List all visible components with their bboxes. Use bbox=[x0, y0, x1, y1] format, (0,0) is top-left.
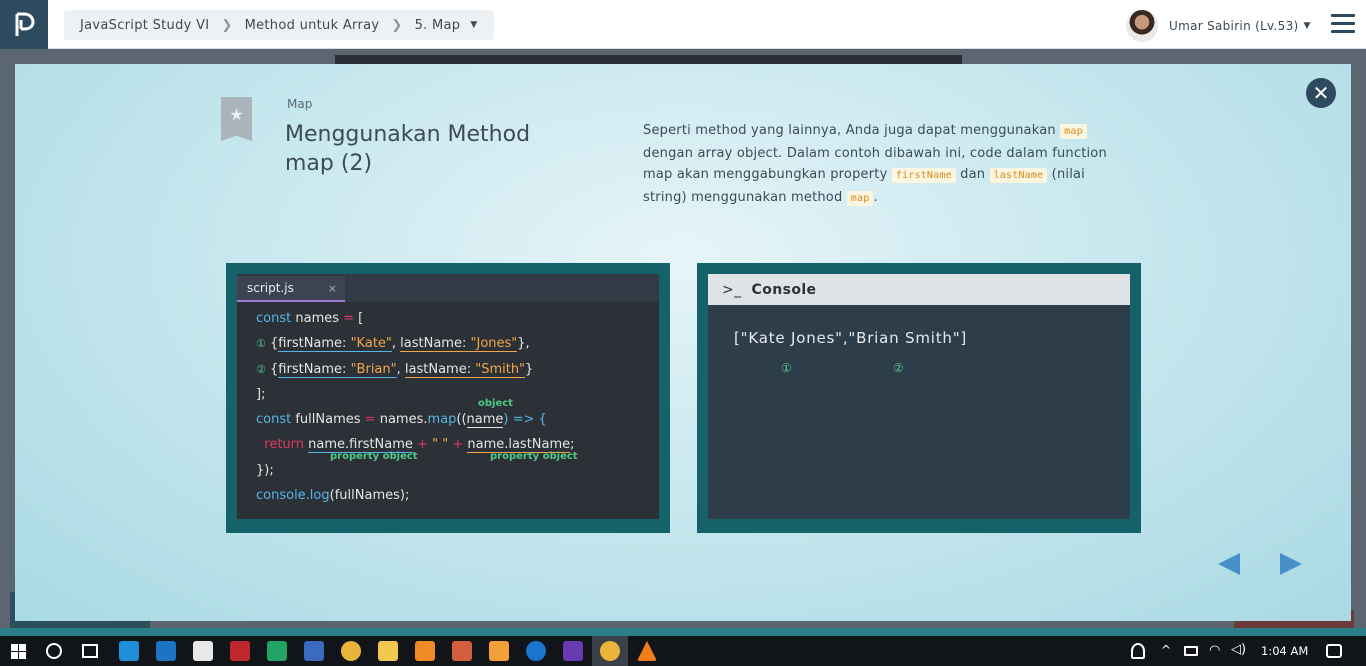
editor-tab-bar: script.js × bbox=[237, 274, 659, 302]
phpstorm-icon[interactable] bbox=[563, 641, 583, 661]
logo-icon bbox=[15, 12, 35, 36]
code-line: const names = [ bbox=[256, 311, 364, 326]
mail-icon[interactable] bbox=[156, 641, 176, 661]
marker-2: ② bbox=[893, 361, 904, 375]
code-line: ]; bbox=[256, 386, 266, 402]
chevron-right-icon: ❯ bbox=[221, 17, 233, 33]
code-line: return name.firstName + " " + name.lastN… bbox=[264, 437, 578, 463]
marker-2: ② bbox=[256, 362, 266, 376]
xampp-icon[interactable] bbox=[415, 641, 435, 661]
close-icon[interactable]: ✕ bbox=[1306, 78, 1336, 108]
lesson-section-label: Map bbox=[287, 97, 313, 111]
chrome-icon[interactable] bbox=[600, 641, 620, 661]
bookmark-star-icon[interactable]: ★ bbox=[221, 97, 252, 141]
taskbar: ^ ◠ ◁) 1:04 AM bbox=[0, 636, 1366, 666]
code-line: }); bbox=[256, 462, 274, 478]
search-icon[interactable] bbox=[46, 643, 62, 659]
clock[interactable]: 1:04 AM bbox=[1261, 644, 1308, 658]
volume-icon[interactable]: ◁) bbox=[1231, 642, 1246, 657]
code-line: console.log(fullNames); bbox=[256, 488, 410, 504]
wifi-icon[interactable]: ◠ bbox=[1209, 643, 1220, 658]
code-snippet: firstName bbox=[891, 168, 956, 183]
git-icon[interactable] bbox=[452, 641, 472, 661]
task-view-icon[interactable] bbox=[82, 644, 98, 658]
user-name[interactable]: Umar Sabirin (Lv.53) bbox=[1169, 19, 1299, 33]
sublime-text-icon[interactable] bbox=[489, 641, 509, 661]
background-page bbox=[0, 628, 1366, 636]
breadcrumb: JavaScript Study VI ❯ Method untuk Array… bbox=[64, 10, 494, 40]
user-menu[interactable]: Umar Sabirin (Lv.53) ▼ bbox=[1126, 10, 1311, 42]
breadcrumb-course[interactable]: JavaScript Study VI bbox=[80, 18, 209, 33]
pycharm-icon[interactable] bbox=[267, 641, 287, 661]
terminal-prompt-icon: >_ bbox=[722, 281, 742, 298]
code-block: const names = [ ① {firstName: "Kate", la… bbox=[256, 311, 578, 513]
lesson-slide-modal: ✕ ★ Map Menggunakan Method map (2) Seper… bbox=[15, 64, 1351, 621]
previous-slide-icon[interactable] bbox=[1216, 551, 1242, 577]
code-snippet: lastName bbox=[989, 168, 1048, 183]
code-line: ① {firstName: "Kate", lastName: "Jones"}… bbox=[256, 336, 530, 353]
chevron-right-icon: ❯ bbox=[391, 17, 403, 33]
chevron-up-icon[interactable]: ^ bbox=[1161, 643, 1171, 657]
code-line: ② {firstName: "Brian", lastName: "Smith"… bbox=[256, 361, 534, 378]
avatar[interactable] bbox=[1126, 10, 1158, 42]
console-panel: >_ Console ["Kate Jones","Brian Smith"] … bbox=[697, 263, 1141, 533]
tab-script-js[interactable]: script.js × bbox=[237, 276, 345, 302]
console: >_ Console ["Kate Jones","Brian Smith"] … bbox=[708, 274, 1130, 519]
breadcrumb-chapter[interactable]: Method untuk Array bbox=[245, 18, 380, 33]
annotation-property-2: property object bbox=[490, 451, 578, 463]
breadcrumb-lesson[interactable]: 5. Map bbox=[415, 18, 461, 33]
store-icon[interactable] bbox=[193, 641, 213, 661]
code-snippet: map bbox=[846, 190, 874, 206]
next-slide-icon[interactable] bbox=[1278, 551, 1304, 577]
chrome-icon[interactable] bbox=[341, 641, 361, 661]
notifications-icon[interactable] bbox=[1326, 644, 1342, 658]
windows-start-icon[interactable] bbox=[11, 644, 26, 659]
code-editor-panel: script.js × const names = [ ① {firstName… bbox=[226, 263, 670, 533]
edge-icon[interactable] bbox=[119, 641, 139, 661]
annotation-object: object bbox=[478, 398, 513, 410]
annotation-property-1: property object bbox=[330, 451, 418, 463]
code-line: const fullNames = names.map((name) => {o… bbox=[256, 398, 547, 429]
people-icon[interactable] bbox=[1131, 643, 1145, 659]
top-bar: JavaScript Study VI ❯ Method untuk Array… bbox=[0, 0, 1366, 49]
slide-title: Menggunakan Method map (2) bbox=[285, 122, 531, 176]
hamburger-menu-icon[interactable] bbox=[1331, 14, 1355, 36]
maps-icon[interactable] bbox=[526, 641, 546, 661]
code-snippet: map bbox=[1060, 124, 1087, 139]
console-header: >_ Console bbox=[708, 274, 1130, 305]
console-title: Console bbox=[751, 281, 817, 298]
caret-down-icon[interactable]: ▼ bbox=[1304, 21, 1311, 31]
marker-1: ① bbox=[781, 361, 792, 375]
caret-down-icon[interactable]: ▼ bbox=[470, 20, 477, 30]
vlc-icon[interactable] bbox=[637, 641, 657, 661]
console-output: ["Kate Jones","Brian Smith"] bbox=[734, 329, 968, 347]
app-logo[interactable] bbox=[0, 0, 48, 49]
file-explorer-icon[interactable] bbox=[378, 641, 398, 661]
battery-icon[interactable] bbox=[1184, 646, 1198, 656]
close-tab-icon[interactable]: × bbox=[328, 282, 337, 295]
code-editor: script.js × const names = [ ① {firstName… bbox=[237, 274, 659, 519]
media-player-icon[interactable] bbox=[304, 641, 324, 661]
filezilla-icon[interactable] bbox=[230, 641, 250, 661]
slide-description: Seperti method yang lainnya, Anda juga d… bbox=[643, 123, 1107, 206]
marker-1: ① bbox=[256, 337, 266, 351]
